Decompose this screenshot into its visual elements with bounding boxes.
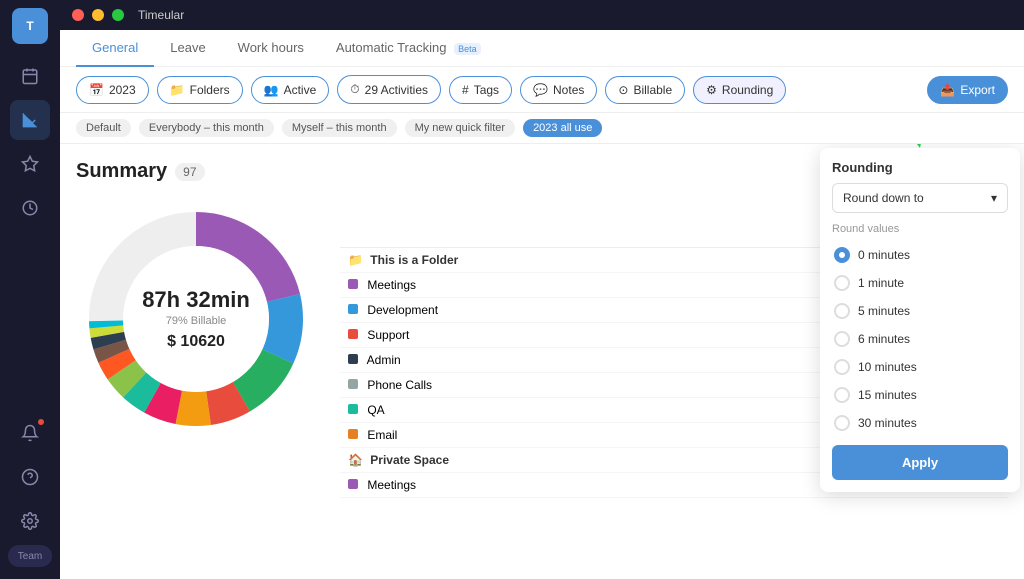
quick-filter-myself[interactable]: Myself – this month	[282, 119, 397, 137]
radio-circle-0min	[834, 247, 850, 263]
radio-option-5min[interactable]: 5 minutes	[832, 297, 1008, 325]
activity-name: Phone Calls	[340, 373, 794, 398]
green-arrow-annotation	[905, 144, 965, 158]
radio-circle-5min	[834, 303, 850, 319]
activities-filter-button[interactable]: ⏱ 29 Activities	[337, 75, 441, 104]
activity-name: Meetings	[340, 473, 794, 498]
billable-filter-button[interactable]: ⊙ Billable	[605, 76, 685, 104]
titlebar: Timeular	[60, 0, 1024, 30]
activity-name: Development	[340, 298, 794, 323]
folder-name: 🏠 Private Space	[340, 448, 794, 473]
sidebar-item-timer[interactable]	[10, 188, 50, 228]
quick-filter-2023[interactable]: 2023 all use	[523, 119, 602, 137]
activity-color-icon	[348, 279, 358, 289]
radio-circle-6min	[834, 331, 850, 347]
maximize-button[interactable]	[112, 9, 124, 21]
quick-filters-bar: Default Everybody – this month Myself – …	[60, 113, 1024, 144]
filter-bar: 📅 2023 📁 Folders 👥 Active ⏱ 29 Activitie…	[60, 67, 1024, 113]
radio-circle-30min	[834, 415, 850, 431]
sidebar-item-calendar[interactable]	[10, 56, 50, 96]
activity-name: Admin	[340, 348, 794, 373]
name-col-header	[340, 227, 794, 248]
timer-icon: ⏱	[350, 82, 359, 97]
quick-filter-default[interactable]: Default	[76, 119, 131, 137]
activity-color-icon	[348, 304, 358, 314]
billable-icon: ⊙	[618, 83, 628, 97]
sidebar-item-activities[interactable]	[10, 144, 50, 184]
folder-icon: 📁	[170, 83, 185, 97]
folder-name: 📁 This is a Folder	[340, 248, 794, 273]
notes-icon: 💬	[533, 83, 548, 97]
activity-color-icon	[348, 329, 358, 339]
rounding-filter-button[interactable]: ⚙ Rounding	[693, 76, 786, 104]
sidebar-item-settings[interactable]	[10, 501, 50, 541]
app-logo: T	[12, 8, 48, 44]
summary-count: 97	[175, 163, 204, 181]
home-icon: 🏠	[348, 453, 363, 467]
tab-leave[interactable]: Leave	[154, 30, 221, 67]
radio-circle-15min	[834, 387, 850, 403]
content-area: Summary 97	[60, 144, 1024, 579]
hash-icon: #	[462, 83, 469, 97]
apply-button[interactable]: Apply	[832, 445, 1008, 480]
total-time: 87h 32min	[142, 287, 250, 313]
activity-name: QA	[340, 398, 794, 423]
radio-circle-10min	[834, 359, 850, 375]
app-title: Timeular	[138, 8, 184, 22]
team-label[interactable]: Team	[8, 545, 52, 567]
close-button[interactable]	[72, 9, 84, 21]
gear-icon: ⚙	[706, 83, 717, 97]
notes-filter-button[interactable]: 💬 Notes	[520, 76, 597, 104]
activity-color-icon	[348, 404, 358, 414]
tab-work-hours[interactable]: Work hours	[222, 30, 320, 67]
quick-filter-new[interactable]: My new quick filter	[405, 119, 515, 137]
chevron-down-icon: ▾	[991, 191, 997, 205]
summary-title: Summary	[76, 160, 167, 183]
activity-color-icon	[348, 479, 358, 489]
radio-option-6min[interactable]: 6 minutes	[832, 325, 1008, 353]
users-icon: 👥	[264, 83, 279, 97]
active-filter-button[interactable]: 👥 Active	[251, 76, 330, 104]
sidebar: T Team	[0, 0, 60, 579]
activity-name: Meetings	[340, 273, 794, 298]
export-button[interactable]: 📤 Export	[927, 76, 1008, 104]
main-panel: Timeular General Leave Work hours Automa…	[60, 0, 1024, 579]
radio-option-10min[interactable]: 10 minutes	[832, 353, 1008, 381]
activity-color-icon	[348, 379, 358, 389]
calendar-icon: 📅	[89, 83, 104, 97]
sidebar-item-notifications[interactable]	[10, 413, 50, 453]
radio-option-1min[interactable]: 1 minute	[832, 269, 1008, 297]
radio-option-30min[interactable]: 30 minutes	[832, 409, 1008, 437]
billable-pct: 79% Billable	[142, 315, 250, 327]
activity-color-icon	[348, 429, 358, 439]
rounding-panel: Rounding Round down to ▾ Round values 0 …	[820, 148, 1020, 492]
radio-option-0min[interactable]: 0 minutes	[832, 241, 1008, 269]
round-direction-select[interactable]: Round down to ▾	[832, 183, 1008, 213]
sidebar-item-help[interactable]	[10, 457, 50, 497]
rounding-panel-title: Rounding	[832, 160, 1008, 175]
tab-automatic-tracking[interactable]: Automatic Tracking Beta	[320, 30, 497, 67]
total-amount: $ 10620	[142, 333, 250, 351]
donut-chart: 87h 32min 79% Billable $ 10620	[76, 199, 316, 439]
folders-filter-button[interactable]: 📁 Folders	[157, 76, 243, 104]
radio-circle-1min	[834, 275, 850, 291]
top-nav: General Leave Work hours Automatic Track…	[60, 30, 1024, 67]
activity-name: Support	[340, 323, 794, 348]
quick-filter-everybody[interactable]: Everybody – this month	[139, 119, 274, 137]
activity-color-icon	[348, 354, 358, 364]
tab-general[interactable]: General	[76, 30, 154, 67]
sidebar-item-insights[interactable]	[10, 100, 50, 140]
minimize-button[interactable]	[92, 9, 104, 21]
export-icon: 📤	[940, 83, 955, 97]
tags-filter-button[interactable]: # Tags	[449, 76, 512, 104]
radio-option-15min[interactable]: 15 minutes	[832, 381, 1008, 409]
round-values-label: Round values	[832, 223, 1008, 235]
folder-icon: 📁	[348, 253, 363, 267]
beta-badge: Beta	[454, 43, 481, 55]
year-filter-button[interactable]: 📅 2023	[76, 76, 149, 104]
activity-name: Email	[340, 423, 794, 448]
